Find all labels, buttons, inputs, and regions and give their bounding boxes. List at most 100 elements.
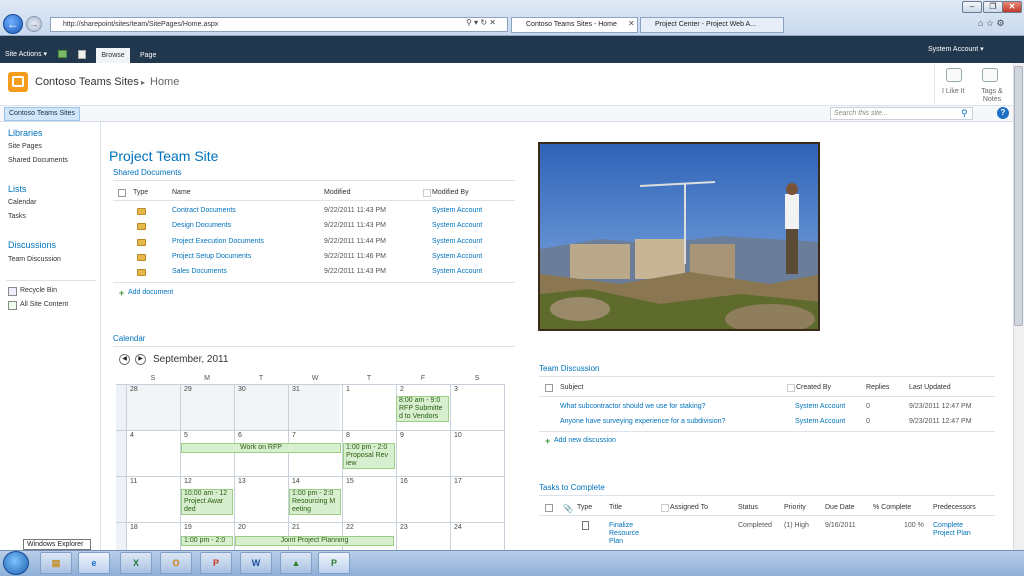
col-status[interactable]: Status [738, 504, 758, 511]
tags-notes-icon[interactable] [982, 68, 998, 82]
col-replies[interactable]: Replies [866, 384, 889, 391]
day-number[interactable]: 23 [400, 524, 408, 531]
day-number[interactable]: 3 [454, 386, 458, 393]
ribbon-tab-browse[interactable]: Browse [96, 48, 130, 63]
col-modified-by[interactable]: Modified By [432, 189, 469, 196]
doc-modified-by[interactable]: System Account [432, 222, 482, 229]
day-number[interactable]: 10 [454, 432, 462, 439]
doc-modified-by[interactable]: System Account [432, 207, 482, 214]
day-number[interactable]: 18 [130, 524, 138, 531]
next-month-button[interactable]: ▶ [135, 354, 146, 365]
ql-item-tasks[interactable]: Tasks [8, 213, 26, 220]
taskbar-word-icon[interactable]: W [240, 552, 272, 574]
col-type[interactable]: Type [133, 189, 148, 196]
address-bar[interactable]: http://sharepoint/sites/team/SitePages/H… [50, 17, 508, 32]
day-number[interactable]: 16 [400, 478, 408, 485]
col-last-updated[interactable]: Last Updated [909, 384, 951, 391]
day-number[interactable]: 30 [238, 386, 246, 393]
calendar-event[interactable]: Work on RFP [181, 443, 341, 453]
doc-link[interactable]: Sales Documents [172, 268, 227, 275]
prev-month-button[interactable]: ◀ [119, 354, 130, 365]
calendar-event[interactable]: 1:00 pm - 2:0 [181, 536, 233, 546]
help-icon[interactable]: ? [997, 107, 1009, 119]
taskbar-explorer-icon[interactable]: ▤ [40, 552, 72, 574]
select-all-checkbox[interactable] [545, 384, 553, 392]
day-number[interactable]: 6 [238, 432, 242, 439]
day-number[interactable]: 29 [184, 386, 192, 393]
ql-item-team-discussion[interactable]: Team Discussion [8, 256, 61, 263]
col-type[interactable]: Type [577, 504, 592, 511]
discussion-link[interactable]: What subcontractor should we use for sta… [560, 403, 706, 410]
calendar-event[interactable]: Joint Project Planning [235, 536, 394, 546]
doc-link[interactable]: Contract Documents [172, 207, 236, 214]
tab-close-icon[interactable]: ✕ [628, 19, 635, 28]
col-modified[interactable]: Modified [324, 189, 350, 196]
minimize-button[interactable]: – [962, 1, 982, 13]
day-number[interactable]: 19 [184, 524, 192, 531]
calendar-event[interactable]: 10:00 am - 12 Project Awar ded [181, 489, 233, 515]
doc-modified-by[interactable]: System Account [432, 238, 482, 245]
day-number[interactable]: 21 [292, 524, 300, 531]
day-number[interactable]: 11 [130, 478, 137, 485]
i-like-it-label[interactable]: I Like It [942, 88, 965, 95]
day-number[interactable]: 15 [346, 478, 354, 485]
doc-modified-by[interactable]: System Account [432, 268, 482, 275]
taskbar-ie-icon[interactable]: e [78, 552, 110, 574]
day-number[interactable]: 8 [346, 432, 350, 439]
back-button[interactable]: ← [3, 14, 23, 34]
tab-project-center[interactable]: Project Center - Project Web A... [640, 17, 784, 33]
col-title[interactable]: Title [609, 504, 622, 511]
col-predecessors[interactable]: Predecessors [933, 504, 976, 511]
start-button-icon[interactable] [3, 551, 29, 575]
doc-link[interactable]: Design Documents [172, 222, 231, 229]
restore-button[interactable]: ❐ [983, 1, 1003, 13]
topnav-item-contoso[interactable]: Contoso Teams Sites [4, 107, 81, 121]
day-number[interactable]: 7 [292, 432, 296, 439]
scrollbar-thumb[interactable] [1014, 66, 1023, 326]
team-discussion-title[interactable]: Team Discussion [539, 364, 599, 373]
ql-all-site-content[interactable]: All Site Content [20, 301, 68, 308]
ql-lists-heading[interactable]: Lists [8, 184, 27, 194]
day-number[interactable]: 5 [184, 432, 188, 439]
ql-item-site-pages[interactable]: Site Pages [8, 143, 42, 150]
navigate-up-icon[interactable] [58, 50, 67, 58]
calendar-event[interactable]: 1:00 pm - 2:0 Proposal Rev iew [343, 443, 395, 469]
tasks-title[interactable]: Tasks to Complete [539, 483, 605, 492]
col-created-by[interactable]: Created By [796, 384, 831, 391]
day-number[interactable]: 4 [130, 432, 134, 439]
tags-notes-label[interactable]: Tags & Notes [978, 88, 1006, 104]
tab-contoso-home[interactable]: Contoso Teams Sites - Home [511, 17, 638, 33]
discussion-link[interactable]: Anyone have surveying experience for a s… [560, 418, 725, 425]
taskbar-outlook-icon[interactable]: O [160, 552, 192, 574]
day-number[interactable]: 2 [400, 386, 404, 393]
day-number[interactable]: 14 [292, 478, 300, 485]
ql-discussions-heading[interactable]: Discussions [8, 240, 56, 250]
address-bar-controls[interactable]: ⚲ ▾ ↻ ✕ [466, 18, 496, 27]
ql-libraries-heading[interactable]: Libraries [8, 128, 43, 138]
col-percent-complete[interactable]: % Complete [873, 504, 911, 511]
ql-recycle-bin[interactable]: Recycle Bin [20, 287, 57, 294]
day-number[interactable]: 13 [238, 478, 246, 485]
calendar-event[interactable]: 1:00 pm - 2:0 Resourcing M eeting [289, 489, 341, 515]
day-number[interactable]: 1 [346, 386, 350, 393]
calendar-title[interactable]: Calendar [113, 334, 145, 343]
discussion-author[interactable]: System Account [795, 418, 845, 425]
home-star-gear-icons[interactable]: ⌂ ☆ ⚙ [978, 18, 1005, 29]
doc-link[interactable]: Project Execution Documents [172, 238, 264, 245]
search-icon[interactable]: ⚲ [961, 108, 968, 119]
taskbar-chart-app-icon[interactable]: ▲ [280, 552, 312, 574]
add-discussion-link[interactable]: Add new discussion [554, 437, 616, 444]
day-number[interactable]: 9 [400, 432, 404, 439]
col-priority[interactable]: Priority [784, 504, 806, 511]
day-number[interactable]: 17 [454, 478, 462, 485]
col-subject[interactable]: Subject [560, 384, 583, 391]
ql-item-calendar[interactable]: Calendar [8, 199, 36, 206]
discussion-author[interactable]: System Account [795, 403, 845, 410]
ql-item-shared-documents[interactable]: Shared Documents [8, 157, 68, 164]
taskbar-project-icon[interactable]: P [318, 552, 350, 574]
calendar-event[interactable]: 8:00 am - 9:0 RFP Submitte d to Vendors [396, 396, 449, 422]
like-icon[interactable] [946, 68, 962, 82]
select-all-checkbox[interactable] [545, 504, 553, 512]
doc-link[interactable]: Project Setup Documents [172, 253, 251, 260]
edit-page-icon[interactable] [78, 50, 86, 59]
